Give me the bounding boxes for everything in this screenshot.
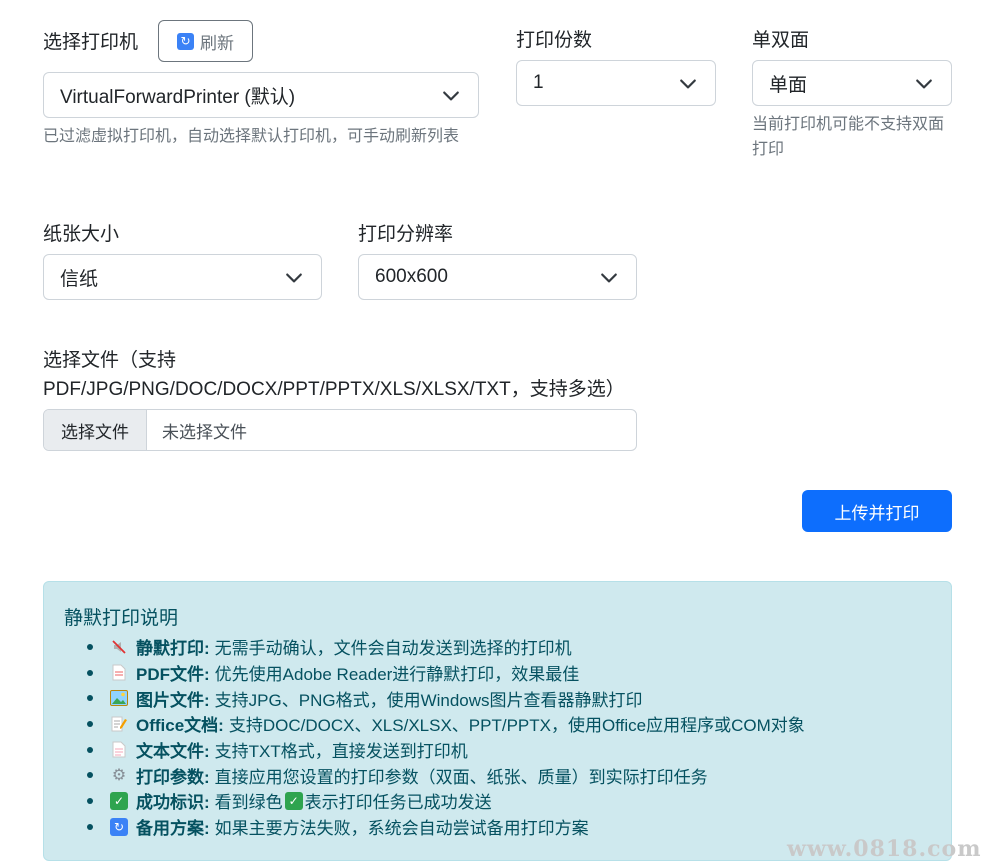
bullet — [87, 720, 93, 727]
info-item-title: 图片文件: — [136, 690, 210, 710]
gear-icon: ⚙ — [111, 767, 127, 785]
info-item-text: 支持DOC/DOCX、XLS/XLSX、PPT/PPTX，使用Office应用程… — [228, 716, 805, 736]
list-item: Office文档: 支持DOC/DOCX、XLS/XLSX、PPT/PPTX，使… — [64, 711, 805, 737]
upload-print-button[interactable]: 上传并打印 — [802, 490, 952, 532]
info-item-text: 表示打印任务已成功发送 — [304, 793, 492, 813]
memo-icon — [110, 715, 128, 733]
info-item-title: 打印参数: — [136, 767, 210, 787]
check-icon: ✓ — [110, 791, 128, 810]
chevron-down-icon — [286, 273, 302, 283]
info-item-text-before: 看到绿色 — [214, 793, 283, 813]
printer-select-value: VirtualForwardPrinter (默认) — [60, 86, 296, 108]
silent-print-info-box: 静默打印说明 静默打印: 无需手动确认，文件会自动发送到选择的打印机 PDF文件… — [43, 581, 952, 861]
info-item-text: 优先使用Adobe Reader进行静默打印，效果最佳 — [214, 665, 580, 685]
file-status-text: 未选择文件 — [162, 422, 247, 442]
bullet — [87, 823, 93, 830]
info-item-title: PDF文件: — [136, 665, 210, 685]
chevron-down-icon — [443, 91, 459, 101]
list-item: ✓ 成功标识: 看到绿色 ✓ 表示打印任务已成功发送 — [64, 788, 805, 814]
bullet — [87, 669, 93, 676]
printer-label: 选择打印机 — [43, 32, 139, 53]
info-list: 静默打印: 无需手动确认，文件会自动发送到选择的打印机 PDF文件: 优先使用A… — [64, 634, 805, 840]
refresh-button[interactable]: ↻ 刷新 — [158, 20, 253, 62]
choose-file-button[interactable]: 选择文件 — [44, 410, 147, 450]
copies-select[interactable]: 1 — [516, 60, 716, 106]
check-icon: ✓ — [284, 791, 303, 810]
refresh-icon: ↻ — [110, 817, 128, 836]
list-item: 文本文件: 支持TXT格式，直接发送到打印机 — [64, 737, 805, 763]
info-item-text: 支持TXT格式，直接发送到打印机 — [214, 742, 468, 762]
info-item-title: 静默打印: — [136, 639, 210, 659]
duplex-select-value: 单面 — [769, 74, 808, 96]
document-icon — [110, 664, 128, 682]
watermark: www.0818.com — [787, 836, 982, 862]
list-item: ⚙ 打印参数: 直接应用您设置的打印参数（双面、纸张、质量）到实际打印任务 — [64, 762, 805, 788]
file-label-line2: PDF/JPG/PNG/DOC/DOCX/PPT/PPTX/XLS/XLSX/T… — [43, 379, 625, 400]
bullet — [87, 797, 93, 804]
bullet — [87, 643, 93, 650]
refresh-button-label: 刷新 — [200, 33, 234, 53]
page-icon — [110, 741, 128, 759]
info-title: 静默打印说明 — [64, 608, 179, 629]
chevron-down-icon — [680, 79, 696, 89]
mute-icon — [110, 638, 128, 656]
list-item: ↻ 备用方案: 如果主要方法失败，系统会自动尝试备用打印方案 — [64, 814, 805, 840]
paper-size-label: 纸张大小 — [43, 224, 120, 245]
duplex-select[interactable]: 单面 — [752, 60, 952, 106]
info-item-text: 无需手动确认，文件会自动发送到选择的打印机 — [214, 639, 572, 659]
file-label-line1: 选择文件（支持 — [43, 350, 177, 371]
bullet — [87, 695, 93, 702]
resolution-label: 打印分辨率 — [358, 224, 454, 245]
chevron-down-icon — [916, 79, 932, 89]
info-item-title: 备用方案: — [136, 819, 210, 839]
list-item: 静默打印: 无需手动确认，文件会自动发送到选择的打印机 — [64, 634, 805, 660]
list-item: 图片文件: 支持JPG、PNG格式，使用Windows图片查看器静默打印 — [64, 685, 805, 711]
info-item-text: 支持JPG、PNG格式，使用Windows图片查看器静默打印 — [214, 690, 643, 710]
refresh-icon: ↻ — [177, 32, 194, 50]
picture-icon — [110, 689, 128, 707]
list-item: PDF文件: 优先使用Adobe Reader进行静默打印，效果最佳 — [64, 660, 805, 686]
info-item-title: 成功标识: — [136, 793, 210, 813]
info-item-text: 如果主要方法失败，系统会自动尝试备用打印方案 — [214, 819, 589, 839]
duplex-help-text: 当前打印机可能不支持双面打印 — [752, 116, 945, 158]
resolution-select[interactable]: 600x600 — [358, 254, 637, 300]
resolution-select-value: 600x600 — [375, 266, 448, 287]
file-input[interactable]: 选择文件 未选择文件 — [43, 409, 637, 451]
copies-label: 打印份数 — [516, 30, 593, 51]
chevron-down-icon — [601, 273, 617, 283]
printer-help-text: 已过滤虚拟打印机，自动选择默认打印机，可手动刷新列表 — [43, 128, 460, 145]
paper-size-select[interactable]: 信纸 — [43, 254, 322, 300]
info-item-title: 文本文件: — [136, 742, 210, 762]
bullet — [87, 772, 93, 779]
copies-select-value: 1 — [533, 72, 544, 93]
info-item-title: Office文档: — [136, 716, 224, 736]
paper-size-select-value: 信纸 — [60, 268, 99, 290]
printer-select[interactable]: VirtualForwardPrinter (默认) — [43, 72, 479, 118]
duplex-label: 单双面 — [752, 30, 810, 51]
bullet — [87, 746, 93, 753]
info-item-text: 直接应用您设置的打印参数（双面、纸张、质量）到实际打印任务 — [214, 767, 708, 787]
